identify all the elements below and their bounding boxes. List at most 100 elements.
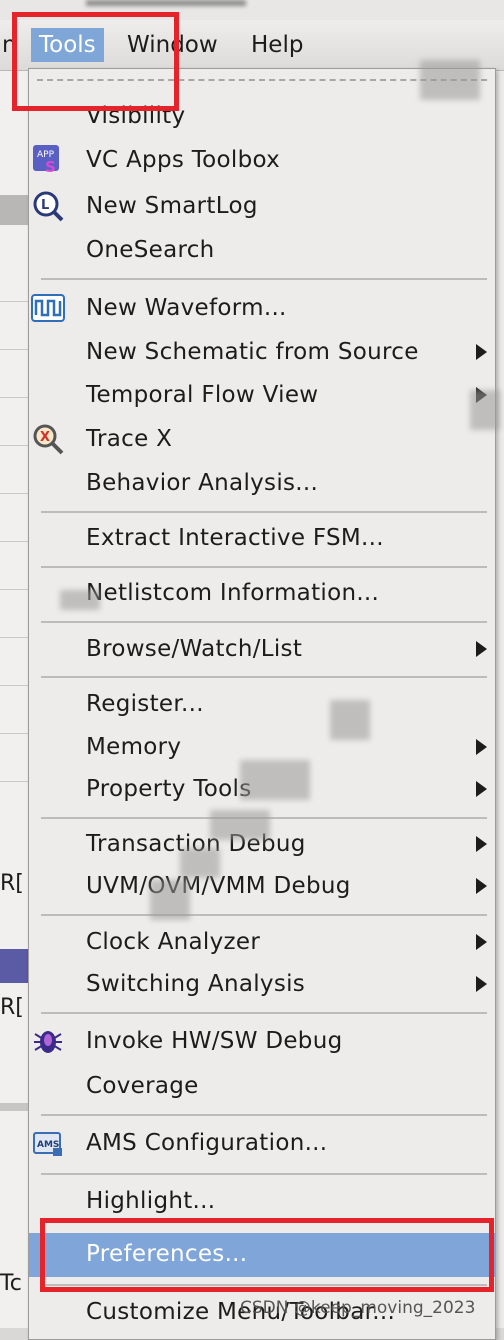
menu-item-label: Register... [86,691,204,717]
menu-item-label: Browse/Watch/List [86,636,303,662]
menu-tearoff-line[interactable] [37,79,487,81]
menu-item-label: Visibility [86,103,186,129]
menu-separator [41,566,487,568]
bg-row-fragment: R[ [0,995,24,1020]
menu-item-transaction-debug[interactable]: Transaction Debug [29,823,495,865]
vc-apps-icon: APP S [33,145,59,176]
menu-separator [41,621,487,623]
menu-item-label: UVM/OVM/VMM Debug [86,873,351,899]
submenu-arrow-icon [476,781,487,797]
menu-item-label: Temporal Flow View [86,382,319,408]
trace-x-icon: X [33,424,64,455]
svg-text:S: S [45,158,56,176]
waveform-icon [31,294,65,322]
blurred-title [86,0,246,6]
menu-item-label: VC Apps Toolbox [86,147,281,173]
menu-separator [41,1173,487,1175]
bg-row-line [0,445,28,446]
background-app-panel: R[ R[ Tc [0,71,28,1328]
submenu-arrow-icon [476,934,487,950]
bg-row-line [0,589,28,590]
submenu-arrow-icon [476,976,487,992]
menu-item-temporal-flow-view[interactable]: Temporal Flow View [29,374,495,416]
menu-item-label: Extract Interactive FSM... [86,525,384,551]
menu-item-new-waveform[interactable]: New Waveform... [29,287,495,329]
bg-selected-row [0,949,28,983]
menu-tools[interactable]: Tools [31,28,104,62]
menu-item-netlistcom-information[interactable]: Netlistcom Information... [29,572,495,614]
menu-item-register[interactable]: Register... [29,683,495,725]
svg-text:L: L [41,198,49,213]
bg-row-line [0,733,28,734]
submenu-arrow-icon [476,878,487,894]
bg-row-line [0,493,28,494]
menu-separator [41,1012,487,1014]
menu-separator [41,676,487,678]
bg-row-line [0,637,28,638]
tools-menu: Visibility APP S VC Apps Toolbox L New S… [28,68,496,1340]
bg-row-line [0,349,28,350]
menu-window[interactable]: Window [119,28,226,62]
menu-item-label: Transaction Debug [86,831,306,857]
menu-item-invoke-hw-sw-debug[interactable]: Invoke HW/SW Debug [29,1020,495,1062]
bg-splitter[interactable] [0,1103,28,1111]
bg-tab-fragment: Tc [0,1271,22,1296]
menu-prev-partial[interactable]: n [0,28,25,62]
bug-icon [34,1031,62,1053]
menu-item-label: Switching Analysis [86,971,306,997]
menu-item-label: Property Tools [86,776,252,802]
menu-item-vc-apps-toolbox[interactable]: APP S VC Apps Toolbox [29,139,495,181]
ams-icon: AMS [33,1132,62,1156]
menu-item-label: New SmartLog [86,193,258,219]
submenu-arrow-icon [476,344,487,360]
menu-item-uvm-ovm-vmm-debug[interactable]: UVM/OVM/VMM Debug [29,865,495,907]
menu-item-switching-analysis[interactable]: Switching Analysis [29,963,495,1005]
menu-item-new-smartlog[interactable]: L New SmartLog [29,185,495,227]
menu-help[interactable]: Help [243,28,311,62]
submenu-arrow-icon [476,641,487,657]
submenu-arrow-icon [476,739,487,755]
menu-item-behavior-analysis[interactable]: Behavior Analysis... [29,462,495,504]
menu-item-onesearch[interactable]: OneSearch [29,229,495,271]
menu-item-trace-x[interactable]: X Trace X [29,418,495,460]
menu-item-highlight[interactable]: Highlight... [29,1180,495,1222]
bg-row-line [0,301,28,302]
watermark-text: CSDN @keep_moving_2023 [240,1298,476,1318]
smartlog-icon: L [33,191,64,222]
bg-header-band [0,195,28,225]
bg-row-line [0,685,28,686]
menu-item-preferences[interactable]: Preferences... [29,1233,495,1277]
menu-item-label: Netlistcom Information... [86,580,380,606]
menu-item-new-schematic-from-source[interactable]: New Schematic from Source [29,331,495,373]
bg-row-line [0,541,28,542]
menu-item-visibility[interactable]: Visibility [29,95,495,137]
menu-separator [41,817,487,819]
submenu-arrow-icon [476,836,487,852]
menu-item-browse-watch-list[interactable]: Browse/Watch/List [29,628,495,670]
menu-item-label: Preferences... [86,1241,248,1267]
window-title-bar [0,0,504,20]
menu-item-coverage[interactable]: Coverage [29,1065,495,1107]
menu-item-ams-configuration[interactable]: AMS AMS Configuration... [29,1122,495,1164]
menu-item-label: New Schematic from Source [86,339,419,365]
bg-row-line [0,397,28,398]
menu-item-label: Invoke HW/SW Debug [86,1028,343,1054]
menubar: n Tools Window Help [0,20,504,71]
menu-item-label: Memory [86,734,182,760]
menu-separator [41,1284,487,1286]
menu-item-label: OneSearch [86,237,215,263]
bg-row-fragment: R[ [0,871,24,896]
submenu-arrow-icon [476,387,487,403]
menu-item-extract-interactive-fsm[interactable]: Extract Interactive FSM... [29,517,495,559]
menu-item-label: Clock Analyzer [86,929,261,955]
menu-separator [41,1114,487,1116]
menu-separator [41,278,487,280]
menu-item-clock-analyzer[interactable]: Clock Analyzer [29,921,495,963]
menu-item-label: Highlight... [86,1188,216,1214]
menu-item-label: Behavior Analysis... [86,470,319,496]
menu-item-property-tools[interactable]: Property Tools [29,768,495,810]
svg-text:X: X [40,430,50,445]
menu-item-memory[interactable]: Memory [29,726,495,768]
menu-item-label: Trace X [86,426,173,452]
menu-separator [41,914,487,916]
